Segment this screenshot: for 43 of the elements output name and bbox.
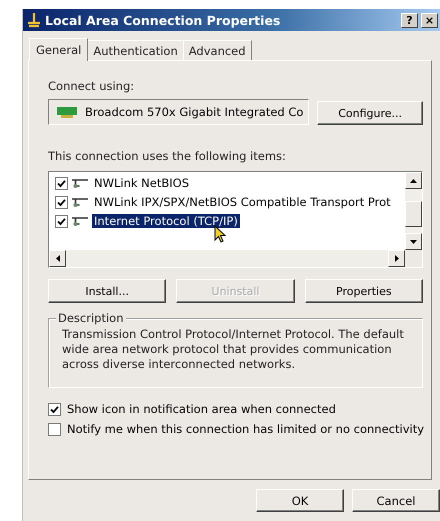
dialog-button[interactable]: Install... — [48, 279, 166, 303]
list-item[interactable]: Internet Protocol (TCP/IP) — [92, 214, 240, 228]
vertical-scrollbar[interactable] — [405, 172, 422, 250]
section-label: This connection uses the following items: — [48, 149, 287, 163]
scrollbar-corner — [405, 250, 422, 267]
network-protocol-icon — [71, 177, 89, 189]
group-title: Description — [56, 311, 126, 325]
title-bar-button[interactable]: × — [421, 12, 438, 28]
left-arrow-icon — [56, 255, 60, 262]
checkbox[interactable] — [48, 422, 61, 436]
network-card-icon — [57, 106, 77, 118]
dialog-button[interactable]: Properties — [304, 279, 423, 303]
checkbox-label: Show icon in notification area when connected — [67, 402, 336, 416]
scroll-up-button[interactable] — [405, 172, 422, 189]
right-arrow-icon — [394, 255, 398, 262]
section-label: Connect using: — [48, 79, 136, 93]
configure-button[interactable]: Configure... — [317, 101, 423, 125]
description-text: Transmission Control Protocol/Internet Protocol. The default wide area network protocol that provides communication across diverse interconnected networks. — [62, 327, 405, 372]
mouse-cursor-icon — [214, 225, 226, 243]
scrollbar-thumb[interactable] — [405, 201, 422, 227]
adapter-field: Broadcom 570x Gigabit Integrated Co — [48, 99, 310, 125]
checkbox[interactable] — [55, 214, 68, 228]
down-arrow-icon — [410, 240, 417, 244]
scroll-left-button[interactable] — [49, 250, 66, 267]
checkbox[interactable] — [55, 196, 68, 208]
network-connection-icon — [26, 12, 42, 28]
scroll-right-button[interactable] — [388, 250, 405, 267]
horizontal-scrollbar[interactable] — [49, 250, 405, 267]
list-item[interactable]: NWLink NetBIOS — [92, 176, 191, 190]
network-protocol-icon — [71, 215, 89, 227]
title-bar-button[interactable]: ? — [401, 12, 418, 28]
tab[interactable]: Advanced — [182, 40, 252, 60]
dialog-button[interactable]: OK — [256, 489, 344, 512]
up-arrow-icon — [410, 178, 417, 182]
tab[interactable]: General — [29, 38, 88, 61]
list-item[interactable]: NWLink IPX/SPX/NetBIOS Compatible Transport Prot — [92, 195, 393, 209]
checkbox-label: Notify me when this connection has limited or no connectivity — [67, 422, 424, 436]
window-title: Local Area Connection Properties — [45, 12, 282, 28]
network-protocol-icon — [71, 196, 89, 208]
checkbox[interactable] — [55, 176, 68, 190]
dialog-button[interactable]: Cancel — [352, 489, 440, 512]
scroll-down-button[interactable] — [405, 233, 422, 250]
checkbox[interactable] — [48, 402, 61, 416]
